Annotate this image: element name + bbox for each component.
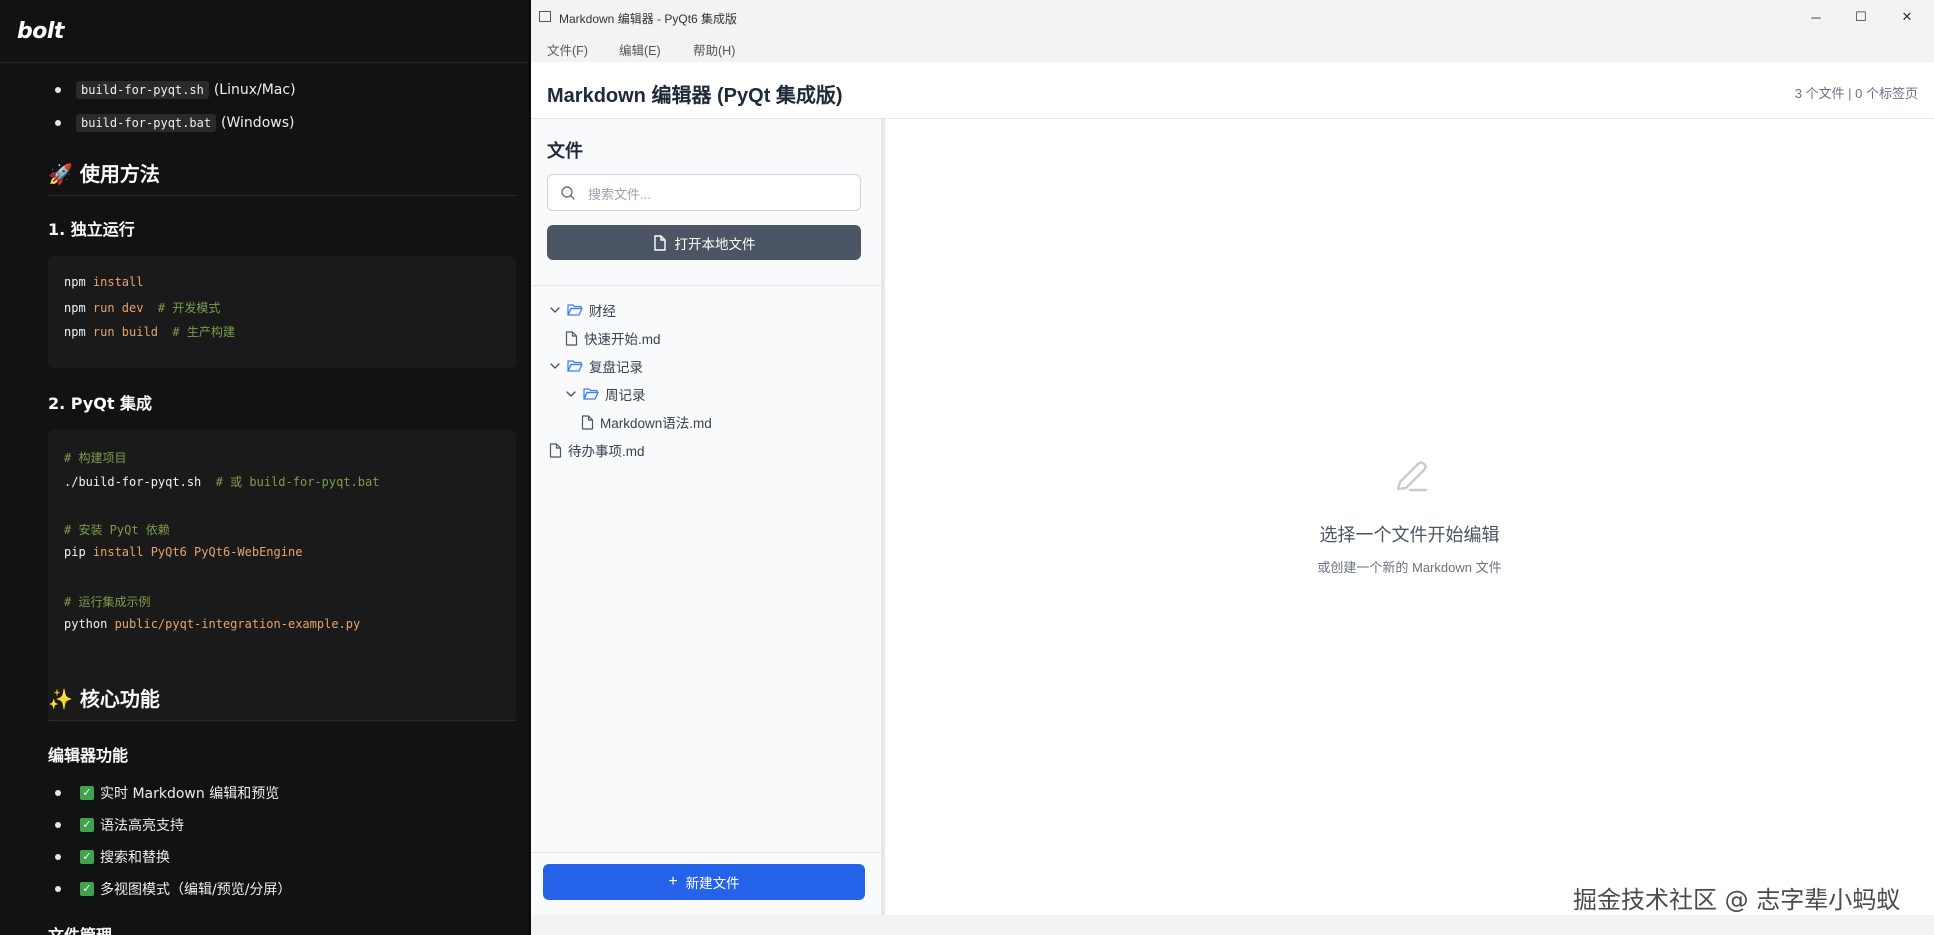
list-item: build-for-pyqt.sh (Linux/Mac)	[55, 81, 296, 99]
sidebar-heading: 文件	[547, 141, 583, 161]
code-line: # 构建项目	[64, 451, 127, 465]
tree-folder[interactable]: 周记录	[565, 383, 646, 405]
file-icon	[549, 442, 562, 458]
maximize-button[interactable]: ☐	[1839, 4, 1883, 30]
chevron-down-icon	[566, 391, 576, 397]
menu-help[interactable]: 帮助(H)	[693, 40, 735, 59]
docs-pane: bolt build-for-pyqt.sh (Linux/Mac) build…	[0, 0, 528, 935]
code-block-pyqt: # 构建项目 ./build-for-pyqt.sh # 或 build-for-…	[48, 430, 516, 722]
window-title: Markdown 编辑器 - PyQt6 集成版	[559, 12, 738, 26]
title-bar[interactable]: Markdown 编辑器 - PyQt6 集成版 ─ ☐ ✕	[531, 0, 1934, 34]
tree-folder[interactable]: 复盘记录	[549, 355, 643, 377]
feature-item: ✓ 语法高亮支持	[55, 815, 184, 835]
tree-item-label: 待办事项.md	[568, 444, 645, 459]
divider	[531, 285, 881, 286]
tree-file[interactable]: Markdown语法.md	[581, 411, 712, 433]
tree-file[interactable]: 待办事项.md	[549, 439, 645, 461]
bolt-logo[interactable]: bolt	[0, 0, 528, 63]
subheading-pyqt: 2. PyQt 集成	[48, 394, 153, 413]
tree-item-label: 快速开始.md	[584, 332, 661, 347]
code-line: npm run build # 生产构建	[64, 325, 235, 339]
checkbox-icon: ✓	[80, 786, 94, 800]
plus-icon: +	[668, 873, 678, 890]
subheading-editor-features: 编辑器功能	[48, 746, 129, 765]
checkbox-icon: ✓	[80, 882, 94, 896]
tree-item-label: 复盘记录	[589, 360, 643, 375]
code-line: ./build-for-pyqt.sh # 或 build-for-pyqt.b…	[64, 475, 380, 489]
subheading-file-management: 文件管理	[48, 922, 112, 935]
app-window: Markdown 编辑器 - PyQt6 集成版 ─ ☐ ✕ 文件(F) 编辑(…	[531, 0, 1934, 935]
subheading-standalone: 1. 独立运行	[48, 220, 135, 239]
search-box[interactable]	[547, 174, 861, 211]
chevron-down-icon	[550, 307, 560, 313]
inline-code: build-for-pyqt.sh	[76, 81, 209, 99]
code-line: npm run dev # 开发模式	[64, 301, 221, 315]
code-line: python public/pyqt-integration-example.p…	[64, 617, 361, 631]
tree-folder[interactable]: 财经	[549, 299, 616, 321]
inline-code: build-for-pyqt.bat	[76, 114, 217, 132]
feature-item: ✓ 实时 Markdown 编辑和预览	[55, 783, 279, 803]
editor-area[interactable]: 选择一个文件开始编辑 或创建一个新的 Markdown 文件	[885, 119, 1934, 915]
menu-bar: 文件(F) 编辑(E) 帮助(H)	[531, 34, 1934, 62]
tree-item-label: 周记录	[605, 388, 646, 403]
pen-icon	[1396, 461, 1428, 492]
empty-state-subtitle: 或创建一个新的 Markdown 文件	[1317, 560, 1502, 575]
app-title: Markdown 编辑器 (PyQt 集成版)	[547, 85, 843, 107]
checkbox-icon: ✓	[80, 850, 94, 864]
code-line: npm install	[64, 275, 144, 289]
menu-edit[interactable]: 编辑(E)	[619, 40, 661, 59]
code-line: # 安装 PyQt 依赖	[64, 523, 170, 537]
folder-open-icon	[567, 304, 583, 316]
folder-open-icon	[567, 360, 583, 372]
app-header: Markdown 编辑器 (PyQt 集成版) 3 个文件 | 0 个标签页	[531, 62, 1934, 119]
new-file-button[interactable]: + 新建文件	[543, 864, 865, 900]
search-input[interactable]	[586, 183, 850, 205]
section-heading-features: ✨ 核心功能	[48, 683, 516, 721]
search-icon	[561, 186, 575, 200]
code-line: pip install PyQt6 PyQt6-WebEngine	[64, 545, 303, 559]
feature-item: ✓ 多视图模式（编辑/预览/分屏）	[55, 879, 291, 899]
feature-item: ✓ 搜索和替换	[55, 847, 170, 867]
file-icon	[581, 414, 594, 430]
file-sidebar: 文件 打开本地文件 财经快速开始.md 复盘记录周记录 Markdown语法.md 待…	[531, 119, 885, 915]
empty-state-title: 选择一个文件开始编辑	[1319, 525, 1500, 545]
menu-file[interactable]: 文件(F)	[547, 40, 588, 59]
section-heading-usage: 🚀 使用方法	[48, 158, 516, 196]
close-button[interactable]: ✕	[1885, 4, 1929, 30]
file-icon	[565, 330, 578, 346]
open-local-file-button[interactable]: 打开本地文件	[547, 225, 861, 260]
watermark: 掘金技术社区 @ 志字辈小蚂蚁	[1573, 886, 1901, 914]
checkbox-icon: ✓	[80, 818, 94, 832]
tree-item-label: 财经	[589, 304, 616, 319]
file-stats: 3 个文件 | 0 个标签页	[1794, 86, 1918, 101]
tree-file[interactable]: 快速开始.md	[565, 327, 661, 349]
chevron-down-icon	[550, 363, 560, 369]
code-block-standalone: npm install npm run dev # 开发模式 npm run bui…	[48, 256, 516, 368]
tree-item-label: Markdown语法.md	[600, 416, 712, 431]
list-item: build-for-pyqt.bat (Windows)	[55, 114, 294, 132]
code-line: # 运行集成示例	[64, 595, 151, 609]
file-icon	[653, 234, 666, 251]
app-icon	[539, 11, 551, 22]
status-bar	[531, 915, 1934, 935]
folder-open-icon	[583, 388, 599, 400]
divider	[531, 852, 881, 853]
minimize-button[interactable]: ─	[1794, 4, 1838, 30]
